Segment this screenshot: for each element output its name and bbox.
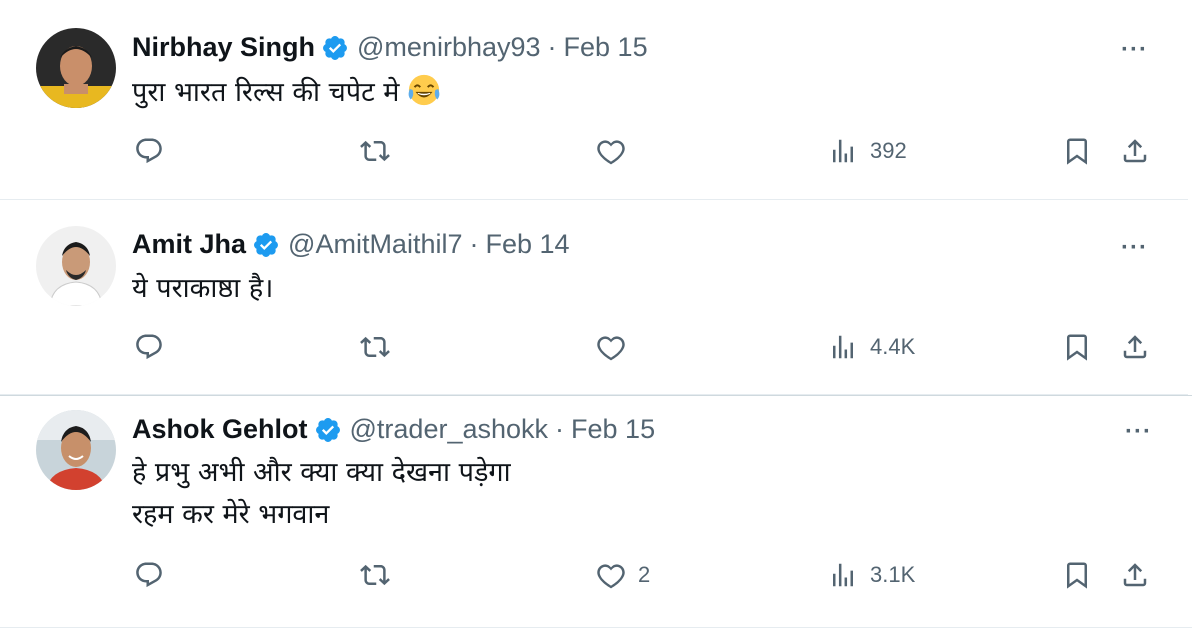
author-handle[interactable]: @AmitMaithil7 <box>288 229 462 260</box>
more-options-button[interactable]: ··· <box>1121 36 1148 64</box>
like-count: 2 <box>638 562 651 587</box>
share-icon <box>1123 563 1147 587</box>
reply-icon <box>136 562 162 588</box>
share-button[interactable] <box>1120 136 1150 166</box>
tweet[interactable]: Nirbhay Singh @menirbhay93 · Feb 15 ··· … <box>0 0 1188 200</box>
heart-icon <box>597 564 625 589</box>
author-handle[interactable]: @menirbhay93 <box>357 32 541 63</box>
author-name[interactable]: Amit Jha <box>132 229 246 260</box>
retweet-button[interactable] <box>360 560 390 590</box>
author-name[interactable]: Ashok Gehlot <box>132 414 308 445</box>
reply-icon <box>136 138 162 164</box>
reply-button[interactable] <box>134 136 164 166</box>
tweet-actions: 2 3.1K <box>0 560 1188 600</box>
share-button[interactable] <box>1120 560 1150 590</box>
avatar[interactable] <box>36 410 116 490</box>
separator: · <box>469 229 479 259</box>
share-icon <box>1123 335 1147 359</box>
tweet[interactable]: Ashok Gehlot @trader_ashokk · Feb 15 ···… <box>0 395 1192 628</box>
author-handle[interactable]: @trader_ashokk <box>350 414 549 445</box>
view-count: 4.4K <box>870 334 916 359</box>
share-icon <box>1123 139 1147 163</box>
tweet-text-line: रहम कर मेरे भगवान <box>132 499 330 530</box>
views-icon <box>833 335 853 359</box>
reply-button[interactable] <box>134 560 164 590</box>
retweet-button[interactable] <box>360 136 390 166</box>
verified-badge-icon <box>252 231 280 259</box>
views-icon <box>833 139 853 163</box>
retweet-icon <box>360 140 390 162</box>
tweet-header: Ashok Gehlot @trader_ashokk · Feb 15 <box>132 414 655 445</box>
views-button[interactable]: 4.4K <box>828 332 915 362</box>
retweet-icon <box>360 336 390 358</box>
retweet-icon <box>360 564 390 586</box>
tweet-text-line: हे प्रभु अभी और क्या क्या देखना पड़ेगा <box>132 457 511 488</box>
tweet-text: पुरा भारत रिल्स की चपेट मे <box>132 72 441 114</box>
tweet-header: Amit Jha @AmitMaithil7 · Feb 14 <box>132 229 570 260</box>
reply-icon <box>136 334 162 360</box>
bookmark-button[interactable] <box>1062 136 1092 166</box>
share-button[interactable] <box>1120 332 1150 362</box>
more-options-button[interactable]: ··· <box>1125 418 1152 446</box>
tweet-text-line: ये पराकाष्ठा है। <box>132 273 274 304</box>
retweet-button[interactable] <box>360 332 390 362</box>
face-with-tears-of-joy-icon <box>407 73 441 107</box>
bookmark-icon <box>1067 562 1087 589</box>
tweet-text: हे प्रभु अभी और क्या क्या देखना पड़ेगा र… <box>132 452 511 536</box>
like-button[interactable] <box>596 136 638 166</box>
views-button[interactable]: 3.1K <box>828 560 915 590</box>
tweet-date[interactable]: Feb 14 <box>485 229 569 260</box>
heart-icon <box>597 140 625 165</box>
bookmark-icon <box>1067 334 1087 361</box>
more-options-button[interactable]: ··· <box>1121 234 1148 262</box>
tweet-actions: 392 <box>0 136 1188 176</box>
bookmark-button[interactable] <box>1062 560 1092 590</box>
tweet-date[interactable]: Feb 15 <box>564 32 648 63</box>
views-icon <box>833 563 853 587</box>
tweet[interactable]: Amit Jha @AmitMaithil7 · Feb 14 ··· ये प… <box>0 200 1188 395</box>
view-count: 3.1K <box>870 562 916 587</box>
tweet-date[interactable]: Feb 15 <box>571 414 655 445</box>
separator: · <box>555 414 565 444</box>
verified-badge-icon <box>321 34 349 62</box>
tweet-actions: 4.4K <box>0 332 1188 372</box>
author-name[interactable]: Nirbhay Singh <box>132 32 315 63</box>
bookmark-icon <box>1067 138 1087 165</box>
avatar[interactable] <box>36 226 116 306</box>
tweet-header: Nirbhay Singh @menirbhay93 · Feb 15 <box>132 32 648 63</box>
tweet-text-line: पुरा भारत रिल्स की चपेट मे <box>132 77 400 108</box>
avatar[interactable] <box>36 28 116 108</box>
bookmark-button[interactable] <box>1062 332 1092 362</box>
verified-badge-icon <box>314 416 342 444</box>
like-button[interactable] <box>596 332 638 362</box>
tweet-text: ये पराकाष्ठा है। <box>132 268 273 310</box>
view-count: 392 <box>870 138 907 163</box>
reply-button[interactable] <box>134 332 164 362</box>
like-button[interactable]: 2 <box>596 560 650 590</box>
separator: · <box>547 32 557 62</box>
heart-icon <box>597 336 625 361</box>
views-button[interactable]: 392 <box>828 136 907 166</box>
